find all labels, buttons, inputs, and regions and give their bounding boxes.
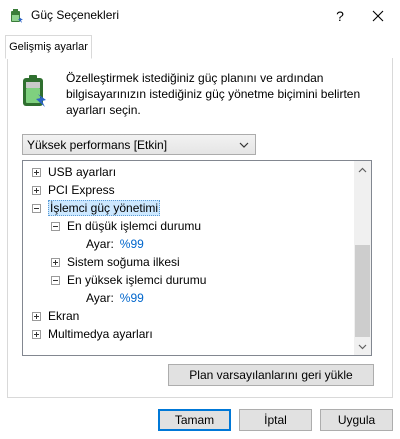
tree-item-label: Sistem soğuma ilkesi (67, 255, 180, 269)
tree-item-label: Ekran (48, 309, 80, 323)
tree-item-label: En yüksek işlemci durumu (67, 273, 207, 287)
power-plan-select-value: Yüksek performans [Etkin] (27, 137, 168, 152)
chevron-up-icon (358, 167, 367, 172)
chevron-down-icon (358, 344, 367, 349)
tree-item-label: İşlemci güç yönetimi (48, 200, 161, 216)
tree-item-display[interactable]: Ekran (32, 307, 79, 325)
scroll-up-button[interactable] (354, 161, 371, 178)
tree-item-min-processor-state[interactable]: En düşük işlemci durumu (51, 217, 201, 235)
window-title: Güç Seçenekleri (31, 8, 120, 22)
power-plan-select[interactable]: Yüksek performans [Etkin] (22, 134, 256, 155)
tree-item-system-cooling-policy[interactable]: Sistem soğuma ilkesi (51, 253, 180, 271)
tab-advanced-settings[interactable]: Gelişmiş ayarlar (5, 35, 92, 59)
expand-icon[interactable] (51, 257, 60, 267)
expand-icon[interactable] (32, 329, 41, 339)
expand-icon[interactable] (32, 167, 41, 177)
tree-item-pci-express[interactable]: PCI Express (32, 181, 115, 199)
collapse-icon[interactable] (51, 221, 60, 231)
tree-item-usb-settings[interactable]: USB ayarları (32, 163, 116, 181)
collapse-icon[interactable] (32, 203, 41, 213)
battery-plug-icon (20, 74, 48, 108)
close-icon (372, 10, 383, 22)
cancel-button[interactable]: İptal (239, 409, 312, 431)
setting-label: Ayar: (86, 237, 114, 251)
ok-button[interactable]: Tamam (158, 409, 231, 431)
tree-item-max-processor-setting[interactable]: Ayar: %99 (86, 289, 144, 307)
chevron-down-icon (237, 138, 251, 152)
collapse-icon[interactable] (51, 275, 60, 285)
tree-item-label: Multimedya ayarları (48, 327, 153, 341)
apply-button[interactable]: Uygula (320, 409, 393, 431)
expand-icon[interactable] (32, 185, 41, 195)
description-text: Özelleştirmek istediğiniz güç planını ve… (66, 71, 361, 117)
restore-plan-defaults-button[interactable]: Plan varsayılanlarını geri yükle (168, 364, 374, 386)
power-options-icon (8, 8, 24, 24)
setting-value-link[interactable]: %99 (120, 291, 144, 305)
scroll-thumb[interactable] (355, 245, 370, 337)
tree-item-multimedia-settings[interactable]: Multimedya ayarları (32, 325, 153, 343)
setting-label: Ayar: (86, 291, 114, 305)
settings-tree[interactable]: USB ayarları PCI Express İşlemci güç yön… (22, 160, 372, 356)
tree-item-label: En düşük işlemci durumu (67, 219, 202, 233)
tree-item-label: USB ayarları (48, 165, 117, 179)
scroll-down-button[interactable] (354, 338, 371, 355)
tree-item-processor-power-management[interactable]: İşlemci güç yönetimi (32, 199, 161, 217)
tree-item-min-processor-setting[interactable]: Ayar: %99 (86, 235, 144, 253)
setting-value-link[interactable]: %99 (120, 237, 144, 251)
expand-icon[interactable] (32, 311, 41, 321)
close-button[interactable] (355, 0, 400, 32)
tree-item-max-processor-state[interactable]: En yüksek işlemci durumu (51, 271, 206, 289)
tree-item-label: PCI Express (48, 183, 115, 197)
